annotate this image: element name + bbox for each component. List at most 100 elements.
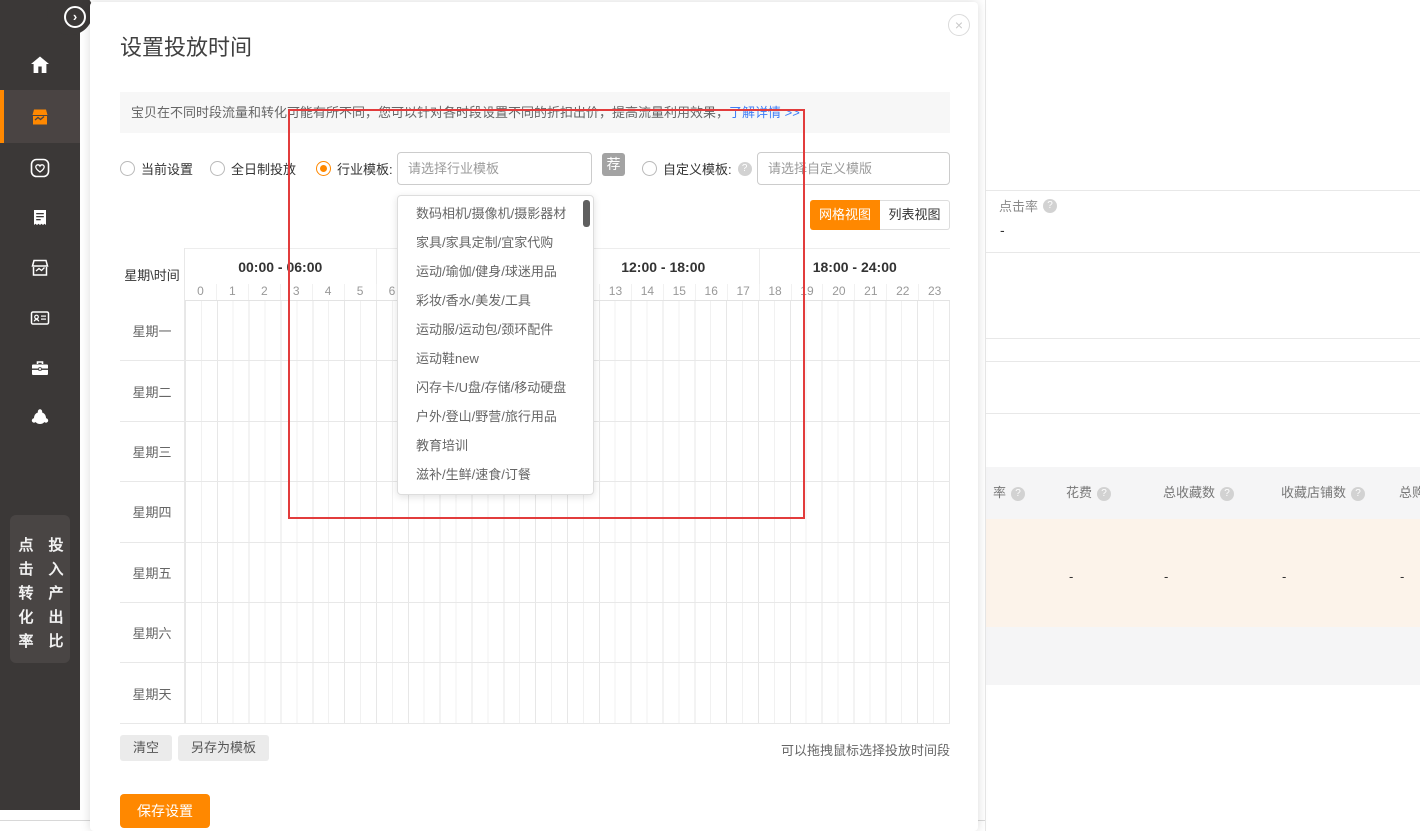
ctr-label-text: 点击率 bbox=[999, 196, 1038, 215]
schedule-row: 星期六 bbox=[120, 603, 950, 663]
dropdown-option[interactable]: 彩妆/香水/美发/工具 bbox=[398, 286, 593, 315]
day-label: 星期六 bbox=[120, 603, 185, 662]
clear-button[interactable]: 清空 bbox=[120, 735, 172, 761]
sidebar-item-orders[interactable] bbox=[0, 193, 80, 243]
close-icon[interactable]: × bbox=[948, 14, 970, 36]
column-header: 总收藏数? bbox=[1163, 467, 1234, 519]
day-label: 星期三 bbox=[120, 422, 185, 481]
metric-roi: 投入产出比 bbox=[45, 537, 66, 663]
day-label: 星期四 bbox=[120, 482, 185, 541]
background-report-panel: 点击率 ? - 率?花费?总收藏数?收藏店铺数?总购 ---- bbox=[985, 0, 1420, 831]
industry-dropdown-list: 数码相机/摄像机/摄影器材家具/家具定制/宜家代购运动/瑜伽/健身/球迷用品彩妆… bbox=[398, 199, 593, 495]
dropdown-option[interactable]: 闪存卡/U盘/存储/移动硬盘 bbox=[398, 373, 593, 402]
sidebar-item-account[interactable] bbox=[0, 293, 80, 343]
table-cell-value: - bbox=[1282, 569, 1286, 584]
dropdown-option[interactable]: 运动鞋new bbox=[398, 344, 593, 373]
corner-cell: 星期\时间 bbox=[120, 248, 185, 301]
sidebar-item-community[interactable] bbox=[0, 393, 80, 443]
time-band-0: 00:00 - 06:00 bbox=[185, 249, 376, 284]
bg-table-footer-band bbox=[986, 627, 1420, 685]
day-label: 星期二 bbox=[120, 361, 185, 420]
help-icon[interactable]: ? bbox=[1351, 487, 1365, 501]
sidebar: › 点击转化率 投入产出比 bbox=[0, 0, 80, 810]
hour-label: 0 bbox=[185, 284, 216, 300]
industry-template-input[interactable] bbox=[397, 152, 592, 185]
dropdown-option[interactable]: 教育培训 bbox=[398, 431, 593, 460]
radio-circle[interactable] bbox=[210, 161, 225, 176]
sidebar-item-campaign[interactable] bbox=[0, 90, 80, 143]
hour-label: 23 bbox=[918, 284, 950, 300]
industry-template-dropdown: 数码相机/摄像机/摄影器材家具/家具定制/宜家代购运动/瑜伽/健身/球迷用品彩妆… bbox=[397, 195, 594, 495]
schedule-cells[interactable] bbox=[185, 603, 950, 662]
dropdown-option[interactable]: 数码相机/摄像机/摄影器材 bbox=[398, 199, 593, 228]
hour-label: 16 bbox=[695, 284, 727, 300]
sidebar-item-store[interactable] bbox=[0, 243, 80, 293]
column-header: 率? bbox=[993, 467, 1025, 519]
dropdown-option[interactable]: 玩具/童车/益智/积木 bbox=[398, 489, 593, 495]
dropdown-option[interactable]: 滋补/生鲜/速食/订餐 bbox=[398, 460, 593, 489]
hour-label: 17 bbox=[727, 284, 759, 300]
divider bbox=[986, 338, 1420, 339]
store-icon bbox=[28, 256, 52, 280]
set-schedule-modal: 设置投放时间 × 宝贝在不同时段流量和转化可能有所不同，您可以针对各时段设置不同… bbox=[90, 2, 978, 831]
banner-text: 宝贝在不同时段流量和转化可能有所不同，您可以针对各时段设置不同的折扣出价，提高流… bbox=[131, 105, 729, 120]
grid-view-button[interactable]: 网格视图 bbox=[810, 200, 880, 230]
modal-title: 设置投放时间 bbox=[120, 30, 252, 62]
bg-table-header: 率?花费?总收藏数?收藏店铺数?总购 bbox=[986, 467, 1420, 519]
community-icon bbox=[28, 406, 52, 430]
help-icon[interactable]: ? bbox=[1011, 487, 1025, 501]
dropdown-option[interactable]: 户外/登山/野营/旅行用品 bbox=[398, 402, 593, 431]
radio-all-day[interactable]: 全日制投放 bbox=[210, 159, 296, 178]
hour-label: 5 bbox=[344, 284, 376, 300]
day-label: 星期一 bbox=[120, 301, 185, 360]
learn-more-link[interactable]: 了解详情 >> bbox=[729, 105, 800, 120]
ctr-metric-value: - bbox=[1000, 222, 1005, 238]
time-band-2: 12:00 - 18:00 bbox=[567, 249, 759, 284]
radio-current-settings[interactable]: 当前设置 bbox=[120, 159, 193, 178]
sidebar-item-tools[interactable] bbox=[0, 343, 80, 393]
schedule-cells[interactable] bbox=[185, 663, 950, 722]
day-label: 星期天 bbox=[120, 663, 185, 722]
sidebar-collapse-button[interactable]: › bbox=[64, 6, 86, 28]
hour-label: 15 bbox=[663, 284, 695, 300]
column-header: 总购 bbox=[1399, 467, 1420, 519]
view-toggle: 网格视图 列表视图 bbox=[810, 200, 950, 230]
custom-template-input[interactable] bbox=[757, 152, 950, 185]
hour-label: 19 bbox=[791, 284, 823, 300]
save-settings-button[interactable]: 保存设置 bbox=[120, 794, 210, 828]
radio-custom-template[interactable]: 自定义模板: ? bbox=[642, 159, 752, 178]
sidebar-metrics-panel[interactable]: 点击转化率 投入产出比 bbox=[10, 515, 70, 663]
divider bbox=[986, 252, 1420, 253]
info-banner: 宝贝在不同时段流量和转化可能有所不同，您可以针对各时段设置不同的折扣出价，提高流… bbox=[120, 92, 950, 133]
briefcase-icon bbox=[28, 356, 52, 380]
hour-label: 22 bbox=[886, 284, 918, 300]
dropdown-option[interactable]: 运动/瑜伽/健身/球迷用品 bbox=[398, 257, 593, 286]
help-icon[interactable]: ? bbox=[1043, 199, 1057, 213]
radio-circle[interactable] bbox=[120, 161, 135, 176]
schedule-row: 星期五 bbox=[120, 543, 950, 603]
help-icon[interactable]: ? bbox=[1220, 487, 1234, 501]
divider bbox=[986, 190, 1420, 191]
radio-circle[interactable] bbox=[642, 161, 657, 176]
help-icon[interactable]: ? bbox=[1097, 487, 1111, 501]
schedule-cells[interactable] bbox=[185, 543, 950, 602]
hour-label: 14 bbox=[631, 284, 663, 300]
radio-circle-checked[interactable] bbox=[316, 161, 331, 176]
hour-label: 4 bbox=[312, 284, 344, 300]
help-icon[interactable]: ? bbox=[738, 162, 752, 176]
list-view-button[interactable]: 列表视图 bbox=[880, 200, 950, 230]
hour-label: 21 bbox=[854, 284, 886, 300]
time-band-3: 18:00 - 24:00 bbox=[759, 249, 951, 284]
hour-label: 18 bbox=[759, 284, 791, 300]
sidebar-item-home[interactable] bbox=[0, 40, 80, 90]
dropdown-option[interactable]: 运动服/运动包/颈环配件 bbox=[398, 315, 593, 344]
save-as-template-button[interactable]: 另存为模板 bbox=[178, 735, 269, 761]
id-card-icon bbox=[28, 306, 52, 330]
hour-label: 13 bbox=[599, 284, 631, 300]
dropdown-scrollbar[interactable] bbox=[583, 200, 590, 227]
dropdown-option[interactable]: 家具/家具定制/宜家代购 bbox=[398, 228, 593, 257]
recommended-badge: 荐 bbox=[602, 153, 625, 176]
ctr-metric-label: 点击率 ? bbox=[999, 196, 1057, 215]
radio-industry-template[interactable]: 行业模板: bbox=[316, 159, 393, 178]
sidebar-item-favorites[interactable] bbox=[0, 143, 80, 193]
